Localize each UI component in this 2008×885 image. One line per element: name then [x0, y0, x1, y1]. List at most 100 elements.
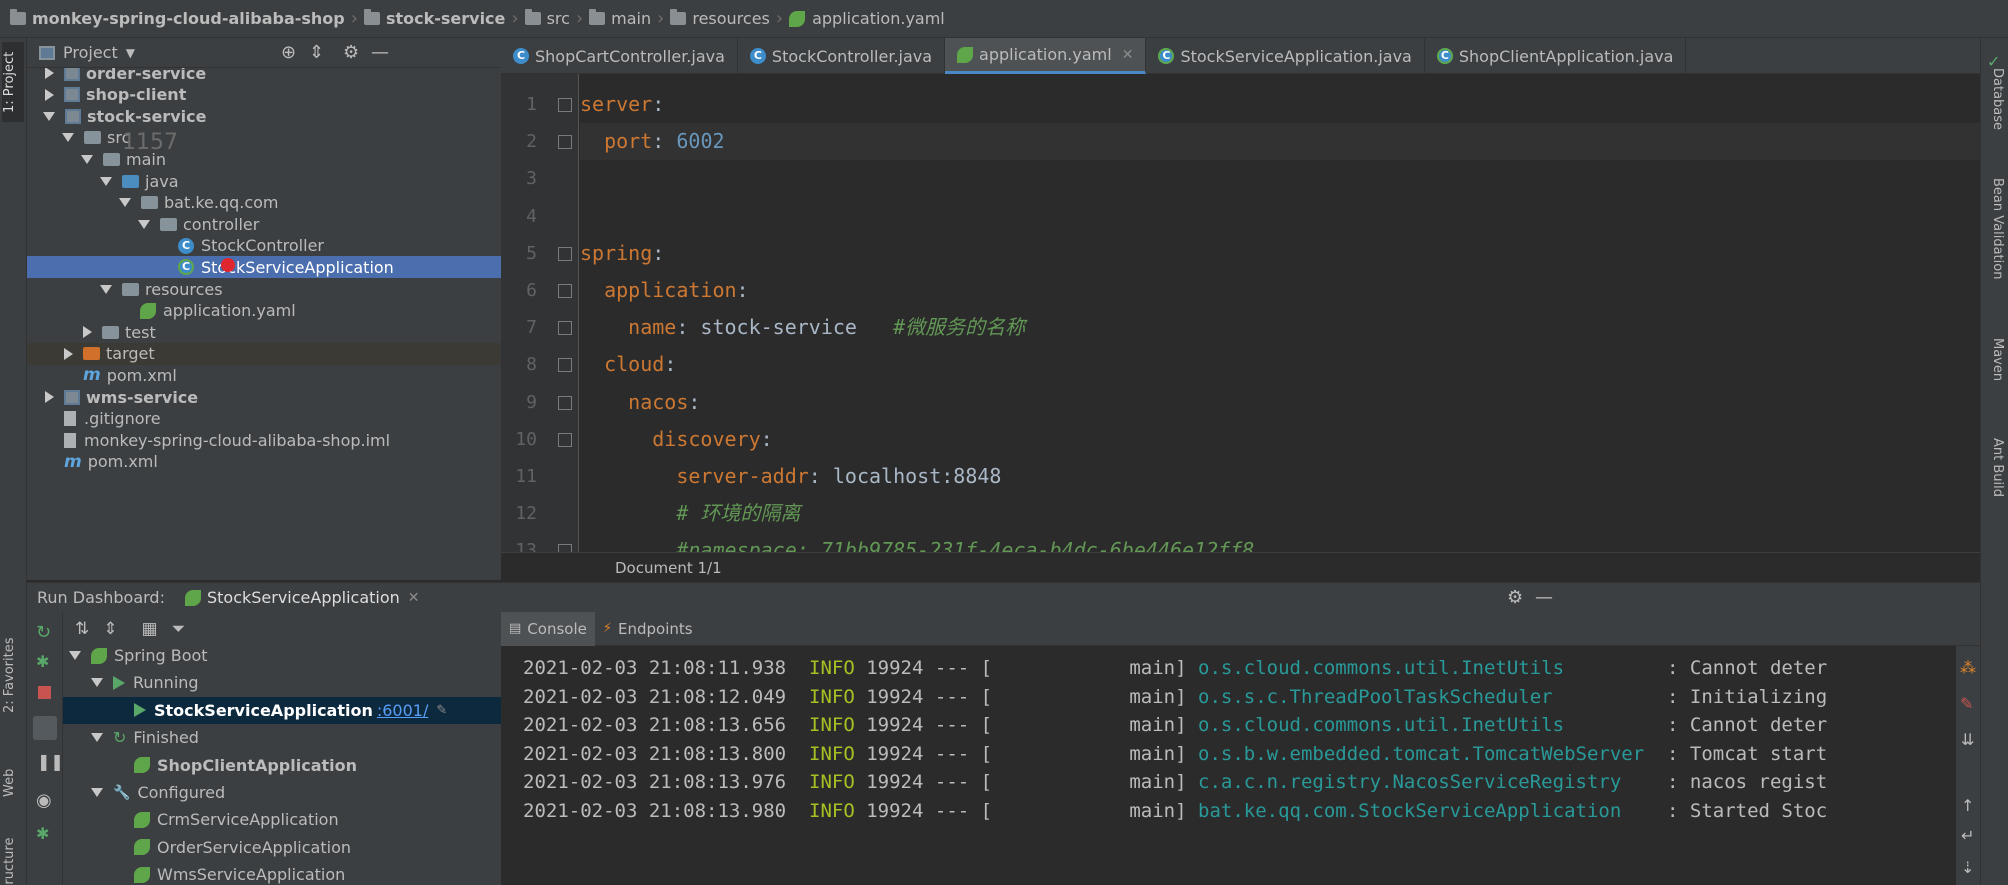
expand-all-icon[interactable]: ⇅: [75, 619, 89, 639]
tree-item[interactable]: src: [27, 127, 501, 149]
stop-icon[interactable]: [38, 686, 51, 699]
run-config-item[interactable]: CrmServiceApplication: [63, 806, 501, 833]
scroll-to-end-icon[interactable]: ⇊: [1961, 730, 1974, 749]
down-icon[interactable]: ⇣: [1961, 858, 1974, 877]
breadcrumb-item[interactable]: main: [589, 9, 651, 28]
tree-item[interactable]: main: [27, 148, 501, 170]
console-output[interactable]: 2021-02-03 21:08:11.938 INFO 19924 --- […: [501, 646, 1956, 885]
collapse-all-icon[interactable]: ⇕: [103, 619, 117, 639]
chevron-right-icon[interactable]: [45, 88, 54, 101]
tree-item[interactable]: controller: [27, 213, 501, 235]
console-tab-console[interactable]: ▤ Console: [501, 611, 595, 646]
chevron-right-icon[interactable]: [83, 326, 92, 339]
tree-item[interactable]: test: [27, 321, 501, 343]
chevron-right-icon[interactable]: [45, 391, 54, 403]
project-panel-title[interactable]: Project: [63, 43, 118, 62]
tree-item[interactable]: .gitignore: [27, 408, 501, 430]
restore-icon[interactable]: ⁂: [1960, 658, 1976, 677]
tree-item[interactable]: application.yaml: [27, 300, 501, 322]
chevron-down-icon[interactable]: ▼: [126, 46, 135, 60]
tool-tab-ant-build[interactable]: Ant Build: [1985, 438, 2005, 538]
minimize-icon[interactable]: —: [1535, 587, 1553, 608]
tool-tab-database[interactable]: Database: [1985, 68, 2005, 168]
wrap-icon[interactable]: ↵: [1961, 826, 1974, 845]
fold-marker-icon[interactable]: [558, 284, 572, 298]
breadcrumb-item[interactable]: application.yaml: [789, 9, 945, 28]
edit-pencil-icon[interactable]: ✎: [436, 703, 447, 718]
run-config-item[interactable]: Running: [63, 669, 501, 696]
chevron-down-icon[interactable]: [43, 111, 55, 121]
layout-icon[interactable]: [33, 716, 57, 740]
gear-icon[interactable]: ⚙: [343, 42, 359, 63]
run-config-item[interactable]: Spring Boot: [63, 646, 501, 669]
tree-item[interactable]: stock-service: [27, 105, 501, 127]
up-icon[interactable]: ↑: [1961, 796, 1974, 815]
breadcrumb-item[interactable]: src: [524, 9, 570, 28]
debug-bug-icon[interactable]: ✱: [36, 824, 49, 843]
chevron-down-icon[interactable]: [69, 651, 81, 660]
run-config-item[interactable]: StockServiceApplication:6001/ ✎: [63, 696, 501, 724]
fold-marker-icon[interactable]: [558, 395, 572, 410]
tree-item[interactable]: C StockController: [27, 235, 501, 257]
tree-item[interactable]: m pom.xml: [27, 364, 501, 386]
tool-tab-bean-validation[interactable]: Bean Validation: [1985, 178, 2005, 328]
close-icon[interactable]: ✕: [1122, 47, 1134, 63]
breadcrumb-item[interactable]: resources: [670, 9, 770, 28]
run-config-item[interactable]: OrderServiceApplication: [63, 834, 501, 861]
debug-icon[interactable]: ✱: [36, 652, 49, 671]
gear-icon[interactable]: ⚙: [1507, 587, 1523, 608]
tree-item[interactable]: resources: [27, 278, 501, 300]
breadcrumb-item[interactable]: stock-service: [363, 9, 505, 28]
chevron-down-icon[interactable]: [91, 678, 103, 688]
fold-marker-icon[interactable]: [558, 98, 572, 112]
tree-item[interactable]: order-service: [27, 68, 501, 84]
editor-tab[interactable]: C ShopCartController.java: [501, 38, 738, 74]
chevron-right-icon[interactable]: [64, 347, 73, 360]
editor-tab[interactable]: C StockServiceApplication.java: [1146, 38, 1425, 74]
tree-item[interactable]: monkey-spring-cloud-alibaba-shop.iml: [27, 429, 501, 451]
tree-item[interactable]: target: [27, 342, 501, 365]
tree-item[interactable]: java: [27, 170, 501, 192]
editor-tab[interactable]: application.yaml ✕: [945, 38, 1147, 74]
pause-icon[interactable]: ❚❚: [37, 752, 64, 771]
locate-target-icon[interactable]: ⊕: [281, 42, 296, 63]
fold-marker-icon[interactable]: [558, 358, 572, 373]
editor-tab[interactable]: C ShopClientApplication.java: [1425, 38, 1687, 74]
tool-tab-favorites[interactable]: 2: Favorites: [2, 620, 24, 730]
chevron-down-icon[interactable]: [91, 788, 103, 797]
chevron-right-icon[interactable]: [45, 68, 54, 79]
code-editor[interactable]: server: port: 6002 spring: application: n…: [580, 74, 1980, 552]
chevron-down-icon[interactable]: [138, 219, 150, 229]
run-dashboard-tab[interactable]: StockServiceApplication: [207, 588, 400, 607]
chevron-down-icon[interactable]: [100, 284, 112, 294]
port-link[interactable]: :6001/: [377, 701, 429, 720]
chevron-down-icon[interactable]: [91, 733, 103, 743]
tree-item[interactable]: shop-client: [27, 84, 501, 106]
fold-marker-icon[interactable]: [558, 432, 572, 447]
chevron-down-icon[interactable]: [100, 176, 112, 186]
tool-tab-maven[interactable]: Maven: [1985, 338, 2005, 408]
tree-item[interactable]: wms-service: [27, 386, 501, 408]
fold-marker-icon[interactable]: [558, 135, 572, 150]
run-config-item[interactable]: ↻ Finished: [63, 724, 501, 751]
clear-icon[interactable]: ✎: [1960, 694, 1973, 713]
group-icon[interactable]: ▦: [142, 619, 158, 639]
chevron-down-icon[interactable]: [81, 154, 93, 164]
rerun-icon[interactable]: ↻: [36, 622, 51, 643]
breadcrumb-item[interactable]: monkey-spring-cloud-alibaba-shop: [10, 9, 345, 28]
run-config-item[interactable]: WmsServiceApplication: [63, 861, 501, 885]
close-icon[interactable]: ✕: [408, 590, 420, 606]
tree-item[interactable]: m pom.xml: [27, 451, 501, 473]
console-tab-endpoints[interactable]: ⚡ Endpoints: [595, 612, 701, 646]
tree-item[interactable]: bat.ke.qq.com: [27, 192, 501, 214]
minimize-icon[interactable]: —: [371, 42, 389, 63]
chevron-down-icon[interactable]: [62, 133, 74, 143]
fold-marker-icon[interactable]: [558, 246, 572, 261]
filter-icon[interactable]: ⏷: [172, 619, 186, 639]
tool-tab-structure[interactable]: Structure: [2, 828, 24, 885]
tool-tab-web[interactable]: Web: [2, 758, 24, 808]
camera-icon[interactable]: ◉: [36, 790, 52, 811]
run-config-item[interactable]: ShopClientApplication: [63, 752, 501, 779]
editor-tab[interactable]: C StockController.java: [738, 38, 946, 74]
collapse-all-icon[interactable]: ⇕: [309, 42, 324, 63]
